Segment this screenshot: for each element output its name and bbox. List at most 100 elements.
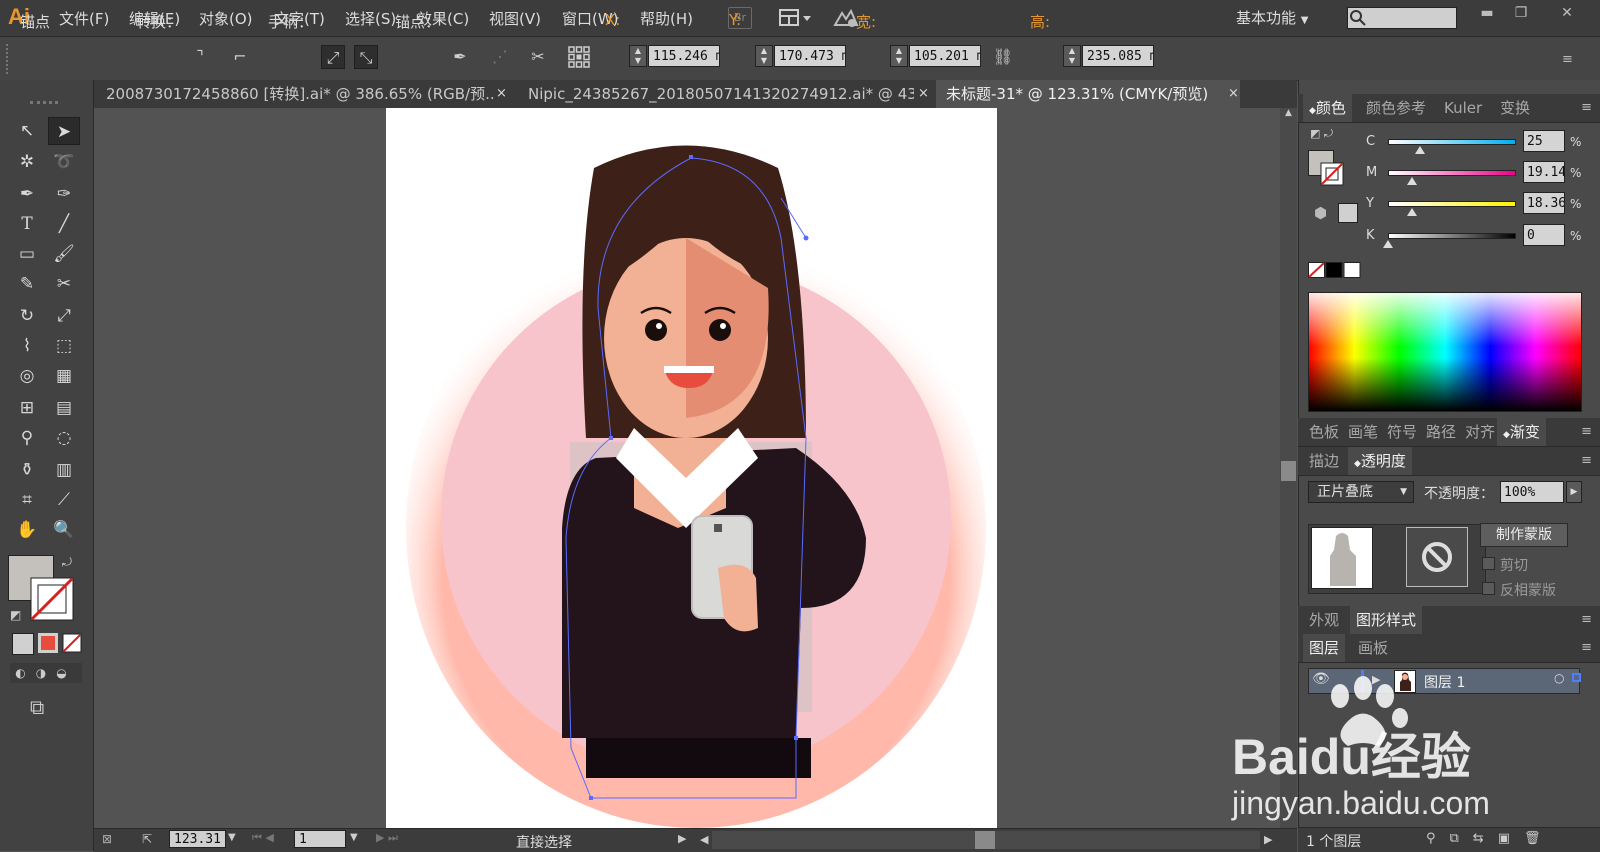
tab-color-guide[interactable]: 颜色参考 bbox=[1360, 94, 1432, 122]
status-options-icon[interactable]: ⊠ bbox=[102, 832, 112, 846]
draw-mode-icons[interactable]: ◐◑◒ bbox=[10, 663, 82, 683]
horizontal-scroll-thumb[interactable] bbox=[975, 831, 995, 849]
reference-point-icon[interactable] bbox=[567, 45, 591, 69]
remove-anchor-icon[interactable]: ✒ bbox=[448, 45, 472, 69]
swatches-panel-menu-icon[interactable]: ≡ bbox=[1581, 418, 1592, 446]
yellow-value[interactable]: 18.36 bbox=[1523, 192, 1565, 214]
gradient-tool-icon[interactable]: ▤ bbox=[48, 394, 80, 422]
pencil-tool-icon[interactable]: ✎ bbox=[11, 270, 43, 298]
menu-file[interactable]: 文件(F) bbox=[59, 8, 109, 29]
menu-object[interactable]: 对象(O) bbox=[199, 8, 253, 29]
black-value[interactable]: 0 bbox=[1523, 224, 1565, 246]
tab-kuler[interactable]: Kuler bbox=[1438, 94, 1488, 122]
layers-panel-menu-icon[interactable]: ≡ bbox=[1581, 634, 1592, 662]
tab-appearance[interactable]: 外观 bbox=[1303, 606, 1345, 634]
blend-tool-icon[interactable]: ◌ bbox=[48, 424, 80, 452]
color-mode-icon[interactable] bbox=[12, 633, 34, 655]
x-stepper[interactable]: ▲ ▼ bbox=[629, 45, 647, 67]
default-colors-icon[interactable]: ◩ bbox=[10, 608, 21, 622]
rectangle-tool-icon[interactable]: ▭ bbox=[11, 240, 43, 268]
x-field[interactable]: 115.246 m bbox=[648, 45, 720, 67]
anchor-point[interactable] bbox=[794, 736, 798, 740]
yellow-slider-thumb[interactable] bbox=[1406, 208, 1417, 216]
tab-swatches[interactable]: 色板 bbox=[1303, 418, 1345, 446]
tab-graphic-styles[interactable]: 图形样式 bbox=[1350, 606, 1423, 634]
y-stepper[interactable]: ▲ ▼ bbox=[755, 45, 773, 67]
first-artboard-icon[interactable]: ⏮ ◀ bbox=[252, 831, 274, 845]
scroll-up-icon[interactable]: ▲ bbox=[1280, 108, 1297, 118]
close-window-button[interactable]: ✕ bbox=[1552, 2, 1582, 24]
menu-select[interactable]: 选择(S) bbox=[345, 8, 396, 29]
anchor-point[interactable] bbox=[609, 436, 613, 440]
scroll-right-icon[interactable]: ▶ bbox=[1264, 833, 1272, 846]
layer-action-icons[interactable]: ⚲⧉⇆▣🗑 bbox=[1426, 831, 1554, 846]
show-handles-icon[interactable]: ⤢ bbox=[321, 45, 345, 69]
tab-close-3[interactable]: × bbox=[1228, 80, 1239, 108]
tab-gradient[interactable]: ◆渐变 bbox=[1497, 418, 1546, 446]
lasso-tool-icon[interactable]: ➰ bbox=[48, 148, 80, 176]
anchor-point[interactable] bbox=[689, 155, 693, 159]
color-spectrum[interactable] bbox=[1308, 292, 1582, 412]
stroke-swatch[interactable] bbox=[30, 577, 74, 621]
warp-tool-icon[interactable]: ⌇ bbox=[11, 332, 43, 360]
tab-document-3[interactable]: 未标题-31* @ 123.31% (CMYK/预览) bbox=[936, 80, 1240, 108]
artboard-number-field[interactable]: 1 bbox=[294, 830, 346, 848]
scissors-tool-icon[interactable]: ✂ bbox=[48, 270, 80, 298]
slice-tool-icon[interactable]: ⟋ bbox=[48, 486, 80, 514]
tab-symbols[interactable]: 符号 bbox=[1381, 418, 1423, 446]
cut-path-icon[interactable]: ✂ bbox=[526, 45, 550, 69]
web-safe-swatch[interactable] bbox=[1338, 203, 1358, 223]
mesh-tool-icon[interactable]: ⊞ bbox=[11, 394, 43, 422]
target-circle-icon[interactable]: ○ bbox=[1554, 671, 1564, 685]
no-mask-icon[interactable] bbox=[1406, 527, 1468, 587]
cyan-slider-thumb[interactable] bbox=[1415, 146, 1425, 154]
free-transform-tool-icon[interactable]: ⬚ bbox=[48, 332, 80, 360]
menu-help[interactable]: 帮助(H) bbox=[640, 8, 693, 29]
none-mode-icon[interactable] bbox=[62, 633, 82, 653]
make-mask-button[interactable]: 制作蒙版 bbox=[1480, 523, 1568, 547]
paintbrush-tool-icon[interactable]: 🖌 bbox=[48, 240, 80, 268]
last-artboard-icon[interactable]: ▶ ⏭ bbox=[376, 831, 398, 845]
magenta-slider[interactable] bbox=[1388, 170, 1516, 176]
tab-color[interactable]: ◆颜色 bbox=[1303, 94, 1352, 122]
selection-indicator-icon[interactable] bbox=[1572, 673, 1581, 682]
symbol-sprayer-tool-icon[interactable]: ⚱ bbox=[11, 456, 43, 484]
tab-align[interactable]: 对齐 bbox=[1459, 418, 1501, 446]
cyan-value[interactable]: 25 bbox=[1523, 130, 1565, 152]
object-thumbnail[interactable] bbox=[1311, 527, 1373, 589]
convert-to-corner-icon[interactable]: ⌝ bbox=[188, 45, 212, 69]
vertical-scrollbar[interactable]: ▲ bbox=[1280, 108, 1297, 828]
quick-swatches[interactable] bbox=[1308, 262, 1362, 278]
scale-tool-icon[interactable]: ⤢ bbox=[48, 302, 80, 330]
arrange-documents-icon[interactable] bbox=[778, 7, 814, 29]
invert-mask-checkbox[interactable] bbox=[1482, 582, 1495, 595]
opacity-field[interactable]: 100% bbox=[1500, 481, 1564, 503]
share-icon[interactable]: ⇱ bbox=[142, 832, 152, 846]
black-slider-thumb[interactable] bbox=[1383, 240, 1393, 248]
black-slider[interactable] bbox=[1388, 233, 1516, 239]
direct-selection-tool-icon[interactable]: ➤ bbox=[48, 117, 80, 145]
width-stepper[interactable]: ▲ ▼ bbox=[890, 45, 908, 67]
line-tool-icon[interactable]: ╱ bbox=[48, 210, 80, 238]
help-search-input[interactable] bbox=[1347, 7, 1457, 29]
scroll-thumb[interactable] bbox=[1281, 461, 1296, 481]
eyedropper-tool-icon[interactable]: ⚲ bbox=[11, 424, 43, 452]
illustration[interactable] bbox=[386, 108, 997, 828]
pen-tool-icon[interactable]: ✒ bbox=[11, 180, 43, 208]
color-panel-menu-icon[interactable]: ≡ bbox=[1581, 94, 1592, 122]
tab-close-2[interactable]: × bbox=[918, 80, 929, 108]
height-stepper[interactable]: ▲ ▼ bbox=[1063, 45, 1081, 67]
magenta-slider-thumb[interactable] bbox=[1407, 177, 1418, 185]
control-panel-menu-icon[interactable]: ≡ bbox=[1562, 52, 1573, 67]
zoom-dropdown-icon[interactable]: ▼ bbox=[228, 832, 236, 843]
gradient-mode-icon[interactable] bbox=[38, 633, 58, 653]
tab-transform[interactable]: 变换 bbox=[1494, 94, 1536, 122]
opacity-slider-toggle-icon[interactable]: ▶ bbox=[1566, 481, 1582, 503]
screen-mode-icon[interactable]: ⧉ bbox=[30, 695, 44, 719]
color-stroke-swatch[interactable] bbox=[1320, 162, 1344, 186]
layer-name[interactable]: 图层 1 bbox=[1424, 672, 1465, 692]
default-fill-stroke-icon[interactable]: ◩ ⤾ bbox=[1310, 127, 1333, 141]
yellow-slider[interactable] bbox=[1388, 201, 1516, 207]
height-field[interactable]: 235.085 m bbox=[1082, 45, 1154, 67]
blend-mode-select[interactable]: 正片叠底 ▼ bbox=[1308, 481, 1414, 503]
